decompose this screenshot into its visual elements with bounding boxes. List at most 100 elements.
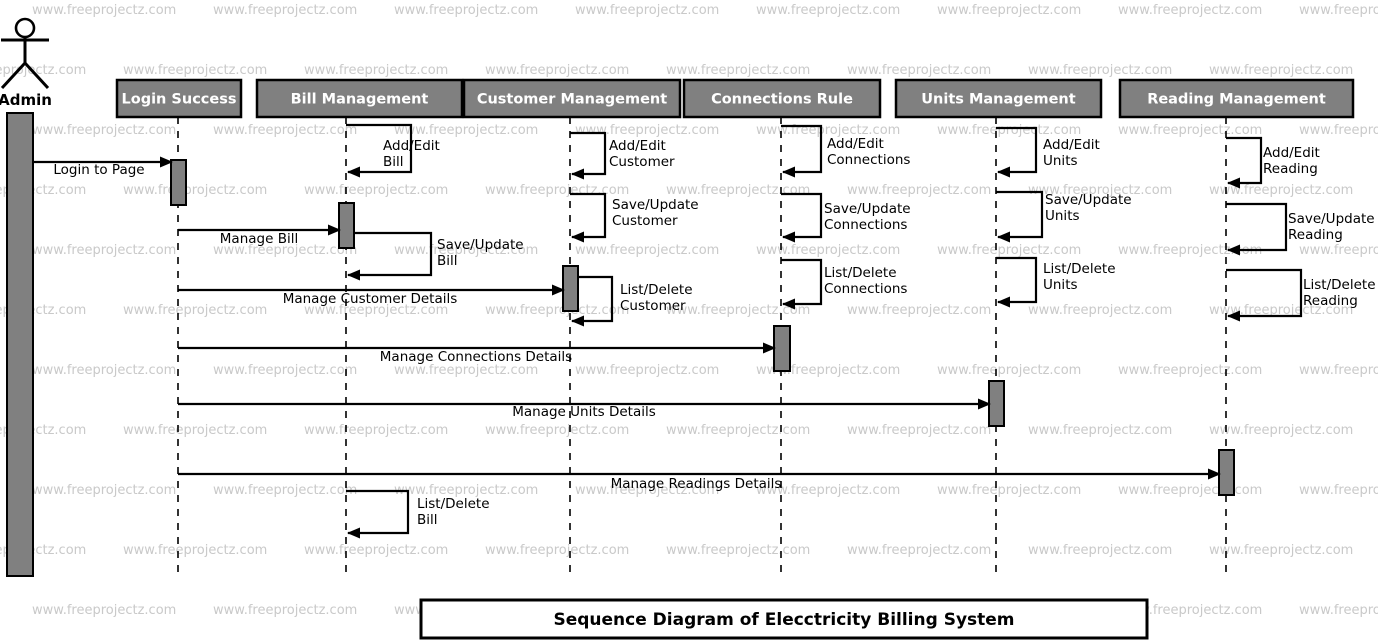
diagram-title-box: Sequence Diagram of Elecctricity Billing… — [419, 598, 1149, 640]
sequence-diagram-canvas: www.freeprojectz.com www.freeprojectz.com… — [0, 0, 1378, 644]
activation-bar-units — [988, 380, 1005, 427]
self-message-arrow-s2 — [346, 231, 433, 281]
message-m4[interactable]: Manage Connections Details — [178, 342, 776, 365]
self-message-arrow-s9 — [781, 258, 823, 310]
actor-head-icon — [14, 17, 36, 39]
self-message-label2-s14: Reading — [1288, 227, 1343, 243]
participant-label-login: Login Success — [122, 92, 237, 108]
self-message-arrow-s4 — [570, 131, 607, 180]
self-message-label1-s6: List/Delete — [620, 282, 693, 298]
self-message-s12[interactable]: List/DeleteUnits — [996, 256, 1116, 308]
self-message-s2[interactable]: Save/UpdateBill — [346, 231, 524, 281]
participant-login[interactable]: Login Success — [115, 78, 243, 119]
message-label-m5: Manage Units Details — [512, 404, 656, 420]
self-message-s9[interactable]: List/DeleteConnections — [781, 258, 907, 310]
self-message-label2-s7: Connections — [827, 152, 910, 168]
self-message-arrow-s7 — [781, 124, 823, 178]
self-message-s3[interactable]: List/DeleteBill — [346, 489, 490, 539]
message-m6[interactable]: Manage Readings Details — [178, 468, 1221, 492]
activation-bar-login — [170, 159, 187, 206]
message-m5[interactable]: Manage Units Details — [178, 398, 991, 420]
actor-leg-left-icon — [0, 61, 27, 90]
self-message-s8[interactable]: Save/UpdateConnections — [781, 192, 911, 243]
lifelines-group — [177, 117, 1227, 573]
message-label-m6: Manage Readings Details — [611, 476, 782, 492]
activation-bar-bill — [338, 202, 355, 249]
actor-admin[interactable]: Admin — [0, 17, 52, 577]
self-message-label2-s2: Bill — [437, 253, 458, 269]
participant-label-bill: Bill Management — [291, 92, 429, 108]
self-message-label2-s1: Bill — [383, 154, 404, 170]
title-group: Sequence Diagram of Elecctricity Billing… — [419, 598, 1149, 640]
self-message-label1-s10: Add/Edit — [1043, 137, 1100, 153]
activation-bar-customer — [562, 265, 579, 312]
self-message-label2-s4: Customer — [609, 154, 675, 170]
self-message-label2-s13: Reading — [1263, 161, 1318, 177]
self-message-label1-s14: Save/Update — [1288, 211, 1375, 227]
self-message-arrow-s5 — [570, 192, 607, 243]
self-message-label1-s11: Save/Update — [1045, 192, 1132, 208]
self-message-label1-s8: Save/Update — [824, 201, 911, 217]
self-message-arrow-s10 — [996, 126, 1038, 178]
self-message-label1-s2: Save/Update — [437, 237, 524, 253]
self-message-label2-s15: Reading — [1303, 293, 1358, 309]
participant-units[interactable]: Units Management — [894, 78, 1103, 119]
self-message-label1-s12: List/Delete — [1043, 261, 1116, 277]
participant-label-units: Units Management — [921, 92, 1075, 108]
participant-customer[interactable]: Customer Management — [462, 78, 682, 119]
message-label-m2: Manage Bill — [220, 231, 298, 247]
self-message-label2-s5: Customer — [612, 213, 678, 229]
self-message-label1-s7: Add/Edit — [827, 136, 884, 152]
self-message-s1[interactable]: Add/EditBill — [346, 123, 440, 178]
self-message-label2-s12: Units — [1043, 277, 1078, 293]
participant-bill[interactable]: Bill Management — [255, 78, 464, 119]
self-message-label2-s11: Units — [1045, 208, 1080, 224]
self-message-arrow-s13 — [1226, 136, 1263, 189]
self-message-s14[interactable]: Save/UpdateReading — [1226, 202, 1375, 256]
self-message-label1-s5: Save/Update — [612, 197, 699, 213]
self-message-label2-s3: Bill — [417, 512, 438, 528]
self-message-label2-s10: Units — [1043, 153, 1078, 169]
self-message-label2-s8: Connections — [824, 217, 907, 233]
message-m1[interactable]: Login to Page — [33, 156, 173, 178]
message-m3[interactable]: Manage Customer Details — [178, 284, 565, 307]
self-message-label2-s9: Connections — [824, 281, 907, 297]
diagram-title-text: Sequence Diagram of Elecctricity Billing… — [553, 610, 1014, 630]
self-message-arrow-s11 — [996, 190, 1044, 243]
actor-label: Admin — [0, 91, 52, 109]
participant-label-reading: Reading Management — [1147, 92, 1326, 108]
self-message-label1-s3: List/Delete — [417, 496, 490, 512]
participant-label-connections: Connections Rule — [711, 92, 853, 108]
message-label-m1: Login to Page — [53, 162, 144, 178]
self-message-s7[interactable]: Add/EditConnections — [781, 124, 910, 178]
self-message-label1-s9: List/Delete — [824, 265, 897, 281]
self-message-s13[interactable]: Add/EditReading — [1226, 136, 1320, 189]
self-message-label1-s15: List/Delete — [1303, 277, 1376, 293]
self-message-arrow-s3 — [346, 489, 410, 539]
actor-leg-right-icon — [23, 61, 50, 90]
self-message-s11[interactable]: Save/UpdateUnits — [996, 190, 1132, 243]
self-message-arrow-s8 — [781, 192, 823, 243]
self-message-label1-s1: Add/Edit — [383, 138, 440, 154]
self-message-arrow-s12 — [996, 256, 1038, 308]
self-message-s15[interactable]: List/DeleteReading — [1226, 268, 1376, 322]
participant-connections[interactable]: Connections Rule — [682, 78, 882, 119]
activation-bar-connections — [773, 325, 791, 372]
self-message-arrow-s14 — [1226, 202, 1288, 256]
self-message-arrow-s15 — [1226, 268, 1303, 322]
self-message-s10[interactable]: Add/EditUnits — [996, 126, 1100, 178]
activation-bar-reading — [1218, 449, 1235, 496]
participants-group: Login Success Bill Management Customer Man… — [115, 78, 1355, 119]
message-label-m4: Manage Connections Details — [380, 349, 572, 365]
participant-reading[interactable]: Reading Management — [1118, 78, 1355, 119]
actor-activation-bar — [6, 112, 34, 577]
self-message-s6[interactable]: List/DeleteCustomer — [570, 275, 693, 327]
self-message-s5[interactable]: Save/UpdateCustomer — [570, 192, 699, 243]
actor-group: Admin — [0, 17, 52, 577]
self-message-label2-s6: Customer — [620, 298, 686, 314]
message-m2[interactable]: Manage Bill — [178, 224, 341, 247]
self-message-label1-s4: Add/Edit — [609, 138, 666, 154]
participant-label-customer: Customer Management — [477, 92, 667, 108]
diagram-layer: Login Success Bill Management Customer Man… — [0, 17, 1376, 640]
self-message-s4[interactable]: Add/EditCustomer — [570, 131, 675, 180]
